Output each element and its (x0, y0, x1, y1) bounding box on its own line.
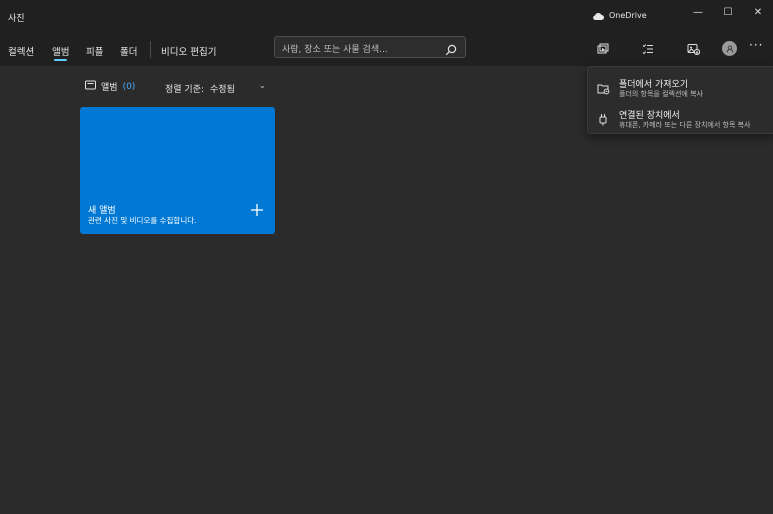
title-bar: 사진 OneDrive — ☐ ✕ (0, 0, 773, 32)
menu-item-subtitle: 폴더의 항목을 컬렉션에 복사 (619, 90, 703, 98)
chevron-down-icon[interactable]: ⌄ (259, 81, 266, 90)
menu-item-connected-device[interactable]: 연결된 장치에서 휴대폰, 카메라 또는 다른 장치에서 항목 복사 (588, 103, 773, 131)
onedrive-status[interactable]: OneDrive (592, 11, 647, 20)
sort-control[interactable]: 정렬 기준: 수정됨 (165, 82, 235, 95)
usb-device-icon (597, 111, 609, 130)
new-album-subtitle: 관련 사진 및 비디오를 수집합니다. (88, 216, 197, 225)
cloud-icon (592, 12, 604, 20)
new-album-card[interactable]: 새 앨범 관련 사진 및 비디오를 수집합니다. (80, 107, 275, 234)
minimize-button[interactable]: — (683, 4, 713, 20)
menu-item-import-folder[interactable]: 폴더에서 가져오기 폴더의 항목을 컬렉션에 복사 (588, 72, 773, 100)
person-icon (726, 44, 733, 53)
sort-label: 정렬 기준: (165, 85, 205, 95)
video-editor-tab[interactable]: 비디오 편집기 (161, 44, 216, 58)
tab-albums[interactable]: 앨범 (52, 44, 69, 61)
tab-people[interactable]: 피플 (86, 44, 103, 58)
close-button[interactable]: ✕ (743, 4, 773, 20)
tab-collection[interactable]: 컬렉션 (8, 44, 34, 58)
account-avatar[interactable] (722, 41, 737, 56)
search-icon[interactable] (445, 41, 457, 60)
albums-header: 앨범 (0) (85, 80, 135, 93)
search-input[interactable]: 사람, 장소 또는 사물 검색... (282, 42, 388, 55)
import-icon[interactable] (685, 41, 701, 57)
folder-icon (597, 80, 610, 99)
more-options-button[interactable]: ··· (749, 38, 763, 52)
menu-item-subtitle: 휴대폰, 카메라 또는 다른 장치에서 항목 복사 (619, 121, 751, 129)
app-title: 사진 (8, 14, 25, 24)
search-box[interactable]: 사람, 장소 또는 사물 검색... (274, 36, 466, 58)
albums-title: 앨범 (101, 83, 118, 93)
tab-folders[interactable]: 폴더 (120, 44, 137, 58)
albums-count: (0) (122, 81, 136, 92)
nav-divider (150, 41, 151, 58)
import-menu: 폴더에서 가져오기 폴더의 항목을 컬렉션에 복사 연결된 장치에서 휴대폰, … (587, 66, 773, 134)
maximize-button[interactable]: ☐ (713, 4, 743, 20)
sort-value[interactable]: 수정됨 (210, 82, 235, 95)
slideshow-icon[interactable] (595, 41, 611, 57)
plus-icon[interactable] (250, 202, 264, 221)
nav-bar: 컬렉션 앨범 피플 폴더 비디오 편집기 사람, 장소 또는 사물 검색... … (0, 32, 773, 66)
select-icon[interactable] (640, 41, 656, 57)
onedrive-label: OneDrive (609, 11, 647, 20)
album-icon (85, 80, 96, 93)
